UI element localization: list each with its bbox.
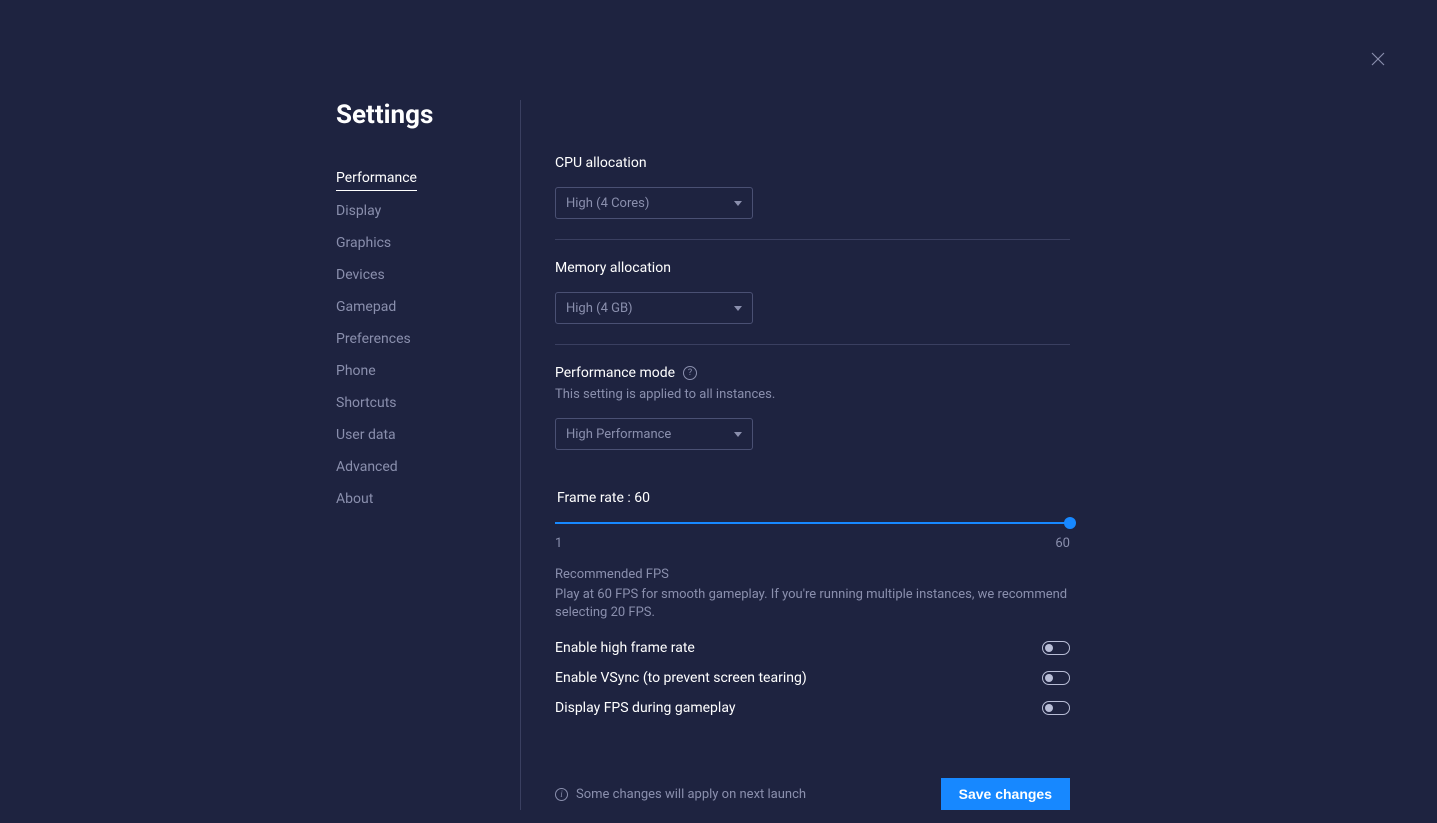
toggle-row-high-fps: Enable high frame rate [555,640,1070,656]
settings-main: CPU allocation High (4 Cores) Memory all… [520,100,1070,810]
frame-rate-label: Frame rate : 60 [557,490,1070,506]
sidebar-item-phone[interactable]: Phone [336,363,376,383]
sidebar-item-label: Graphics [336,235,391,251]
sidebar-item-display[interactable]: Display [336,203,381,223]
chevron-down-icon [734,432,742,437]
sidebar-item-label: Performance [336,170,417,186]
sidebar-item-label: About [336,491,373,507]
toggle-label: Enable VSync (to prevent screen tearing) [555,670,807,686]
dropdown-value: High (4 GB) [566,301,633,316]
slider-min: 1 [555,536,562,551]
settings-footer: i Some changes will apply on next launch… [555,778,1070,810]
sidebar-item-devices[interactable]: Devices [336,267,385,287]
cpu-allocation-dropdown[interactable]: High (4 Cores) [555,187,753,219]
sidebar-item-label: Display [336,203,381,219]
sidebar-item-label: Shortcuts [336,395,397,411]
chevron-down-icon [734,201,742,206]
help-icon[interactable]: ? [683,366,697,380]
page-title: Settings [336,100,520,130]
sidebar-item-label: User data [336,427,396,443]
sidebar-item-gamepad[interactable]: Gamepad [336,299,396,319]
slider-max: 60 [1055,536,1070,551]
sidebar-item-preferences[interactable]: Preferences [336,331,411,351]
slider-track [555,522,1070,524]
frame-rate-label-prefix: Frame rate : [557,490,634,506]
sidebar-item-label: Phone [336,363,376,379]
chevron-down-icon [734,306,742,311]
performance-mode-section: Performance mode ? This setting is appli… [555,365,1070,470]
sidebar-item-label: Advanced [336,459,398,475]
frame-rate-value: 60 [634,490,650,506]
performance-mode-label: Performance mode ? [555,365,1070,381]
dropdown-value: High (4 Cores) [566,196,649,211]
sidebar-item-user-data[interactable]: User data [336,427,396,447]
sidebar-item-advanced[interactable]: Advanced [336,459,398,479]
slider-thumb[interactable] [1064,517,1076,529]
toggle-vsync[interactable] [1042,671,1070,685]
toggle-label: Display FPS during gameplay [555,700,735,716]
settings-sidebar: Performance Display Graphics Devices Gam… [336,170,520,511]
recommended-fps-title: Recommended FPS [555,567,1070,582]
toggle-row-vsync: Enable VSync (to prevent screen tearing) [555,670,1070,686]
cpu-allocation-label: CPU allocation [555,155,1070,171]
footer-note: i Some changes will apply on next launch [555,787,806,802]
toggle-high-fps[interactable] [1042,641,1070,655]
close-button[interactable] [1369,50,1387,68]
save-changes-button[interactable]: Save changes [941,778,1070,810]
toggle-label: Enable high frame rate [555,640,695,656]
dropdown-value: High Performance [566,427,671,442]
sidebar-item-shortcuts[interactable]: Shortcuts [336,395,397,415]
slider-range-labels: 1 60 [555,536,1070,551]
sidebar-item-performance[interactable]: Performance [336,170,417,191]
performance-mode-dropdown[interactable]: High Performance [555,418,753,450]
performance-mode-label-text: Performance mode [555,365,675,381]
sidebar-item-label: Devices [336,267,385,283]
memory-allocation-dropdown[interactable]: High (4 GB) [555,292,753,324]
performance-mode-note: This setting is applied to all instances… [555,387,1070,402]
memory-allocation-label: Memory allocation [555,260,1070,276]
frame-rate-slider[interactable] [555,516,1070,530]
frame-rate-section: Frame rate : 60 1 60 Recommended FPS Pla… [555,490,1070,750]
sidebar-item-label: Gamepad [336,299,396,315]
sidebar-item-graphics[interactable]: Graphics [336,235,391,255]
sidebar-item-about[interactable]: About [336,491,373,511]
info-icon: i [555,788,568,801]
memory-allocation-section: Memory allocation High (4 GB) [555,260,1070,345]
toggle-row-show-fps: Display FPS during gameplay [555,700,1070,716]
toggle-show-fps[interactable] [1042,701,1070,715]
sidebar-item-label: Preferences [336,331,411,347]
cpu-allocation-section: CPU allocation High (4 Cores) [555,155,1070,240]
recommended-fps-body: Play at 60 FPS for smooth gameplay. If y… [555,586,1070,622]
footer-note-text: Some changes will apply on next launch [576,787,806,802]
